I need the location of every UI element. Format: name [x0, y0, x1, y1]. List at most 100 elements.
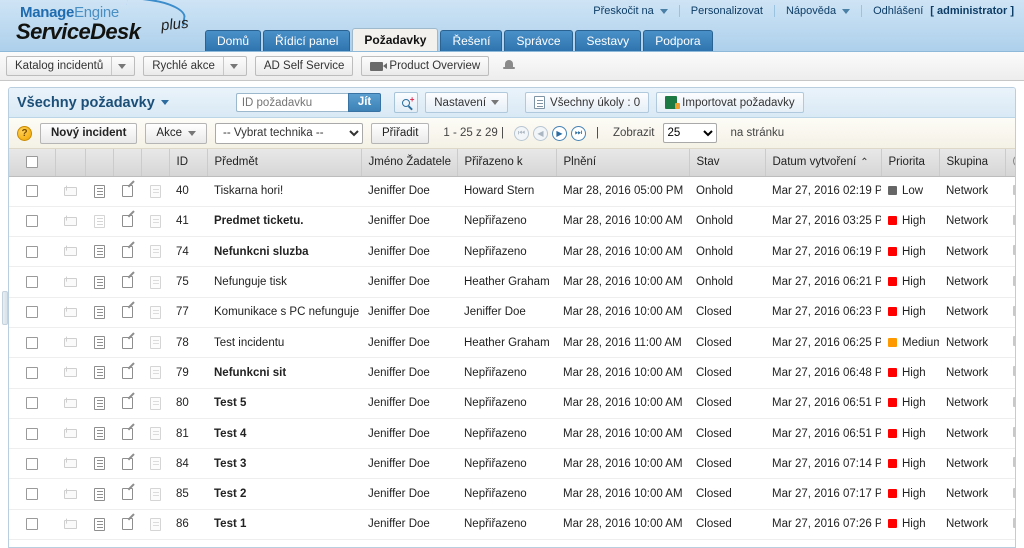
import-requests-button[interactable]: Importovat požadavky [656, 92, 804, 113]
incident-catalog-button[interactable]: Katalog incidentů [6, 56, 136, 76]
row-select-cell[interactable] [9, 448, 55, 480]
row-notes-cell[interactable] [85, 297, 113, 328]
cell-subject[interactable]: Test 4 [207, 418, 361, 450]
tab-dashboard[interactable]: Řídicí panel [263, 30, 351, 51]
bell-icon[interactable] [501, 58, 517, 74]
row-attachment-cell[interactable] [141, 388, 169, 419]
row-select-cell[interactable] [9, 388, 55, 419]
cell-subject[interactable]: Komunikace s PC nefunguje [207, 297, 361, 328]
row-attachment-cell[interactable] [141, 206, 169, 238]
request-view-selector[interactable]: Všechny požadavky [17, 95, 169, 111]
row-attachment-cell[interactable] [141, 266, 169, 298]
row-mail-cell[interactable] [55, 327, 85, 359]
quick-actions-button[interactable]: Rychlé akce [143, 56, 247, 76]
row-mail-cell[interactable] [55, 297, 85, 328]
advanced-search-button[interactable]: + [394, 92, 419, 113]
row-checkbox[interactable] [26, 245, 38, 258]
table-row[interactable]: 41 Predmet ticketu. Jeniffer Doe Nepřiřazen… [9, 206, 1015, 238]
row-notes-cell[interactable] [85, 388, 113, 419]
row-edit-cell[interactable] [113, 509, 141, 541]
cell-id[interactable]: 74 [169, 236, 207, 268]
util-logout[interactable]: Odhlášení [ administrator ] [862, 5, 1020, 17]
row-select-cell[interactable] [9, 478, 55, 510]
row-notes-cell[interactable] [85, 206, 113, 238]
row-checkbox[interactable] [26, 276, 38, 289]
product-logo[interactable]: ManageEngine ServiceDesk plus [8, 0, 208, 48]
row-detail-cell[interactable] [1005, 176, 1015, 207]
row-mail-cell[interactable] [55, 206, 85, 238]
cell-id[interactable]: 84 [169, 448, 207, 480]
row-select-cell[interactable] [9, 236, 55, 268]
cell-subject[interactable]: Test 3 [207, 448, 361, 480]
cell-id[interactable]: 81 [169, 418, 207, 450]
row-attachment-cell[interactable] [141, 357, 169, 389]
row-notes-cell[interactable] [85, 448, 113, 480]
row-checkbox[interactable] [26, 336, 38, 349]
table-row[interactable]: 75 Nefunguje tisk Jeniffer Doe Heather Grah… [9, 266, 1015, 298]
cell-subject[interactable]: Test 5 [207, 388, 361, 419]
row-mail-cell[interactable] [55, 357, 85, 389]
first-page-button[interactable]: ⏮ [513, 125, 529, 141]
row-detail-cell[interactable] [1005, 357, 1015, 389]
assign-button[interactable]: Přiřadit [370, 122, 430, 144]
row-edit-cell[interactable] [113, 236, 141, 268]
row-edit-cell[interactable] [113, 266, 141, 298]
row-mail-cell[interactable] [55, 478, 85, 510]
ad-self-service-button[interactable]: AD Self Service [254, 56, 354, 76]
row-checkbox[interactable] [26, 185, 38, 198]
row-select-cell[interactable] [9, 418, 55, 450]
row-attachment-cell[interactable] [141, 509, 169, 541]
row-notes-cell[interactable] [85, 266, 113, 298]
table-row[interactable]: 86 Test 1 Jeniffer Doe Nepřiřazeno Mar 28, 2… [9, 509, 1015, 541]
row-detail-cell[interactable] [1005, 388, 1015, 419]
column-header-priority[interactable]: Priorita [881, 149, 940, 177]
table-row[interactable]: 80 Test 5 Jeniffer Doe Nepřiřazeno Mar 28, 2… [9, 388, 1015, 419]
cell-id[interactable]: 86 [169, 509, 207, 541]
row-detail-cell[interactable] [1005, 509, 1015, 541]
row-checkbox[interactable] [26, 215, 38, 228]
row-mail-cell[interactable] [55, 418, 85, 450]
row-notes-cell[interactable] [85, 236, 113, 268]
util-personalize[interactable]: Personalizovat [680, 5, 775, 17]
row-edit-cell[interactable] [113, 176, 141, 207]
cell-subject[interactable]: Nefunkcni sluzba [207, 236, 361, 268]
row-notes-cell[interactable] [85, 327, 113, 359]
actions-button[interactable]: Akce [145, 122, 207, 144]
column-header-id[interactable]: ID [169, 149, 208, 177]
row-checkbox[interactable] [26, 518, 38, 531]
row-attachment-cell[interactable] [141, 297, 169, 328]
row-checkbox[interactable] [26, 306, 38, 319]
row-select-cell[interactable] [9, 509, 55, 541]
column-chooser-header[interactable] [1005, 149, 1015, 177]
row-notes-cell[interactable] [85, 509, 113, 541]
row-notes-cell[interactable] [85, 176, 113, 207]
row-attachment-cell[interactable] [141, 448, 169, 480]
row-detail-cell[interactable] [1005, 327, 1015, 359]
row-checkbox[interactable] [26, 397, 38, 410]
row-select-cell[interactable] [9, 266, 55, 298]
row-mail-cell[interactable] [55, 176, 85, 207]
table-row[interactable]: 79 Nefunkcni sit Jeniffer Doe Nepřiřazeno Ma… [9, 357, 1015, 389]
next-page-button[interactable]: ▶ [551, 125, 567, 141]
row-edit-cell[interactable] [113, 418, 141, 450]
row-attachment-cell[interactable] [141, 478, 169, 510]
row-notes-cell[interactable] [85, 357, 113, 389]
row-edit-cell[interactable] [113, 297, 141, 328]
cell-subject[interactable]: Nefunkcni sit [207, 357, 361, 389]
tab-requests[interactable]: Požadavky [352, 28, 439, 51]
row-checkbox[interactable] [26, 457, 38, 470]
util-help[interactable]: Nápověda [775, 5, 863, 17]
row-select-cell[interactable] [9, 297, 55, 328]
util-jump-to[interactable]: Přeskočit na [582, 5, 680, 17]
cell-id[interactable]: 85 [169, 478, 207, 510]
last-page-button[interactable]: ⏭ [570, 125, 586, 141]
row-attachment-cell[interactable] [141, 176, 169, 207]
row-edit-cell[interactable] [113, 478, 141, 510]
tab-admin[interactable]: Správce [504, 30, 573, 51]
tab-home[interactable]: Domů [205, 30, 262, 51]
cell-subject[interactable]: Test 2 [207, 478, 361, 510]
tab-reports[interactable]: Sestavy [574, 30, 642, 51]
technician-select[interactable]: -- Vybrat technika -- [214, 122, 363, 144]
row-attachment-cell[interactable] [141, 418, 169, 450]
row-detail-cell[interactable] [1005, 236, 1015, 268]
